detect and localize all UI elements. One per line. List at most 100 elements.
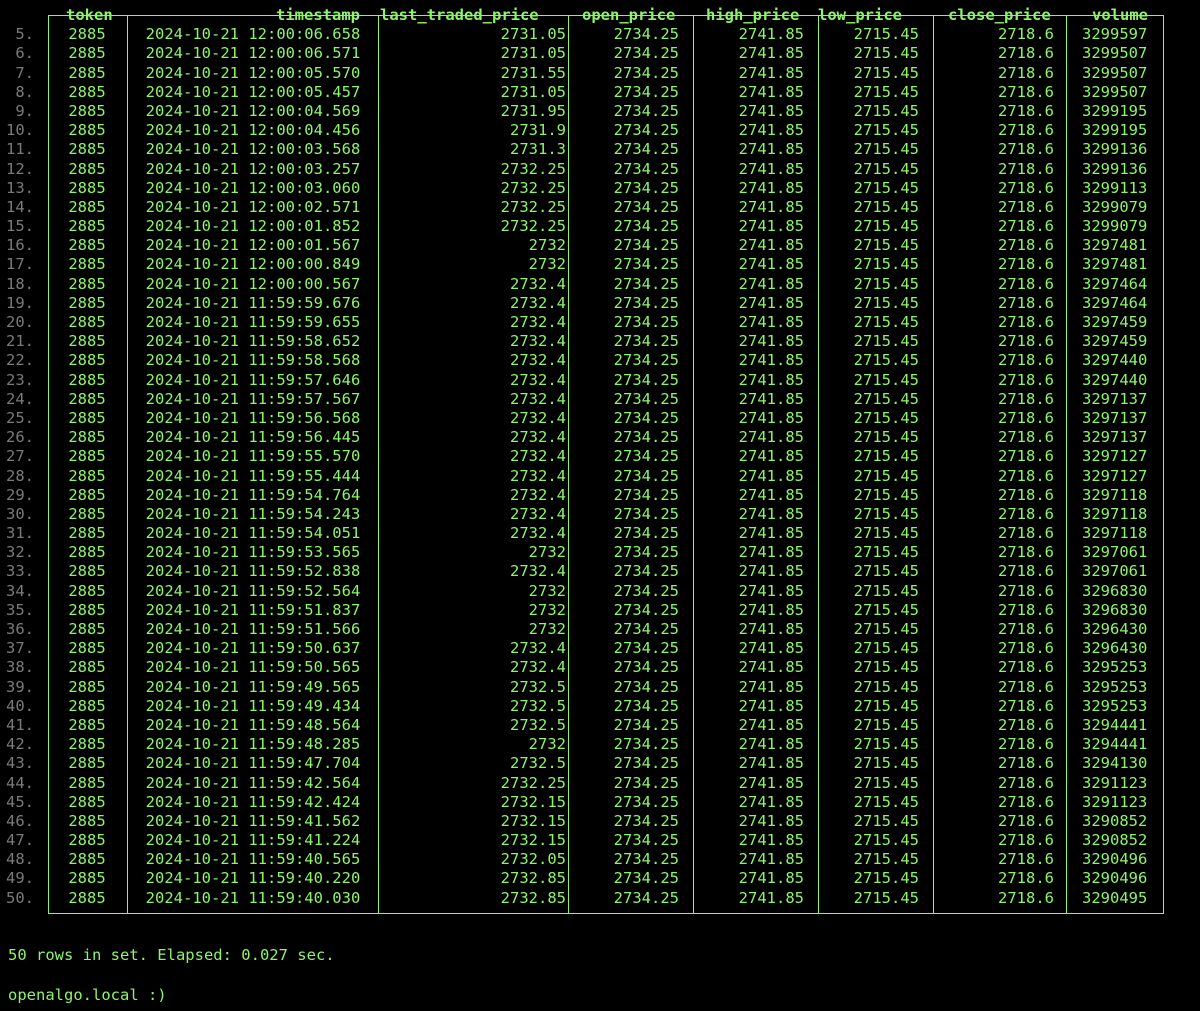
shell-prompt[interactable]: openalgo.local :) — [8, 986, 167, 1004]
cell-last-traded-price: 2732 — [528, 735, 566, 754]
column-divider — [378, 15, 379, 914]
row-number: 23. — [6, 370, 34, 389]
cell-last-traded-price: 2732 — [528, 255, 566, 274]
row-number: 47. — [6, 831, 34, 850]
cell-token: 2885 — [68, 121, 106, 140]
cell-volume: 3297464 — [1082, 274, 1148, 293]
cell-token: 2885 — [68, 101, 106, 120]
cell-low-price: 2715.45 — [853, 428, 919, 447]
cell-token: 2885 — [68, 428, 106, 447]
cell-open-price: 2734.25 — [613, 101, 679, 120]
cell-volume: 3299597 — [1082, 25, 1148, 44]
cell-close-price: 2718.6 — [998, 332, 1054, 351]
row-number: 46. — [6, 811, 34, 830]
cell-timestamp: 2024-10-21 11:59:57.567 — [145, 389, 361, 408]
cell-open-price: 2734.25 — [613, 466, 679, 485]
cell-last-traded-price: 2732.4 — [510, 332, 566, 351]
cell-timestamp: 2024-10-21 11:59:41.562 — [145, 811, 361, 830]
cell-close-price: 2718.6 — [998, 600, 1054, 619]
column-divider — [933, 15, 934, 914]
cell-open-price: 2734.25 — [613, 581, 679, 600]
cell-timestamp: 2024-10-21 11:59:59.655 — [145, 313, 361, 331]
cell-high-price: 2741.85 — [738, 562, 804, 581]
cell-open-price: 2734.25 — [613, 236, 679, 255]
cell-open-price: 2734.25 — [613, 389, 679, 408]
cell-high-price: 2741.85 — [738, 543, 804, 562]
table-top-border — [48, 15, 1164, 16]
cell-timestamp: 2024-10-21 12:00:05.457 — [145, 82, 361, 101]
row-number: 19. — [6, 293, 34, 312]
cell-low-price: 2715.45 — [853, 159, 919, 178]
cell-low-price: 2715.45 — [853, 44, 919, 63]
cell-close-price: 2718.6 — [998, 197, 1054, 216]
cell-close-price: 2718.6 — [998, 255, 1054, 274]
cell-high-price: 2741.85 — [738, 888, 804, 907]
cell-timestamp: 2024-10-21 11:59:56.568 — [145, 408, 361, 427]
cell-volume: 3295253 — [1082, 658, 1148, 677]
cell-last-traded-price: 2732.4 — [510, 370, 566, 389]
cell-open-price: 2734.25 — [613, 715, 679, 734]
cell-open-price: 2734.25 — [613, 735, 679, 754]
cell-high-price: 2741.85 — [738, 735, 804, 754]
cell-volume: 3294441 — [1082, 715, 1148, 734]
cell-low-price: 2715.45 — [853, 389, 919, 408]
cell-low-price: 2715.45 — [853, 850, 919, 869]
cell-low-price: 2715.45 — [853, 831, 919, 850]
cell-close-price: 2718.6 — [998, 773, 1054, 792]
cell-high-price: 2741.85 — [738, 274, 804, 293]
cell-volume: 3295253 — [1082, 696, 1148, 715]
cell-volume: 3291123 — [1082, 792, 1148, 811]
cell-token: 2885 — [68, 140, 106, 159]
cell-low-price: 2715.45 — [853, 121, 919, 140]
cell-timestamp: 2024-10-21 11:59:41.224 — [145, 831, 361, 850]
cell-close-price: 2718.6 — [998, 44, 1054, 63]
cell-timestamp: 2024-10-21 12:00:03.257 — [145, 159, 361, 178]
cell-token: 2885 — [68, 236, 106, 255]
cell-volume: 3296830 — [1082, 581, 1148, 600]
cell-last-traded-price: 2732.5 — [510, 696, 566, 715]
cell-open-price: 2734.25 — [613, 773, 679, 792]
cell-token: 2885 — [68, 313, 106, 331]
cell-last-traded-price: 2731.05 — [500, 25, 566, 44]
cell-close-price: 2718.6 — [998, 562, 1054, 581]
cell-volume: 3290852 — [1082, 811, 1148, 830]
cell-token: 2885 — [68, 44, 106, 63]
cell-token: 2885 — [68, 735, 106, 754]
cell-timestamp: 2024-10-21 11:59:40.220 — [145, 869, 361, 888]
cell-timestamp: 2024-10-21 11:59:40.565 — [145, 850, 361, 869]
cell-token: 2885 — [68, 543, 106, 562]
cell-last-traded-price: 2732 — [528, 236, 566, 255]
cell-high-price: 2741.85 — [738, 504, 804, 523]
cell-last-traded-price: 2732.25 — [500, 159, 566, 178]
row-number: 25. — [6, 408, 34, 427]
column-divider — [48, 15, 49, 914]
cell-low-price: 2715.45 — [853, 811, 919, 830]
cell-timestamp: 2024-10-21 11:59:55.570 — [145, 447, 361, 466]
row-number: 9. — [15, 101, 34, 120]
cell-token: 2885 — [68, 408, 106, 427]
cell-timestamp: 2024-10-21 11:59:51.566 — [145, 620, 361, 638]
cell-low-price: 2715.45 — [853, 408, 919, 427]
cell-volume: 3299507 — [1082, 63, 1148, 82]
cell-open-price: 2734.25 — [613, 620, 679, 638]
cell-open-price: 2734.25 — [613, 82, 679, 101]
cell-last-traded-price: 2732.4 — [510, 466, 566, 485]
cell-high-price: 2741.85 — [738, 159, 804, 178]
cell-token: 2885 — [68, 677, 106, 696]
row-number: 18. — [6, 274, 34, 293]
cell-low-price: 2715.45 — [853, 773, 919, 792]
cell-low-price: 2715.45 — [853, 485, 919, 504]
cell-timestamp: 2024-10-21 11:59:47.704 — [145, 754, 361, 773]
row-number: 15. — [6, 217, 34, 236]
cell-last-traded-price: 2732.25 — [500, 773, 566, 792]
row-number: 30. — [6, 504, 34, 523]
cell-timestamp: 2024-10-21 12:00:06.658 — [145, 25, 361, 44]
cell-high-price: 2741.85 — [738, 850, 804, 869]
cell-close-price: 2718.6 — [998, 466, 1054, 485]
cell-high-price: 2741.85 — [738, 101, 804, 120]
cell-high-price: 2741.85 — [738, 831, 804, 850]
cell-last-traded-price: 2732.4 — [510, 274, 566, 293]
cell-low-price: 2715.45 — [853, 504, 919, 523]
cell-timestamp: 2024-10-21 12:00:04.456 — [145, 121, 361, 140]
cell-last-traded-price: 2732.4 — [510, 485, 566, 504]
